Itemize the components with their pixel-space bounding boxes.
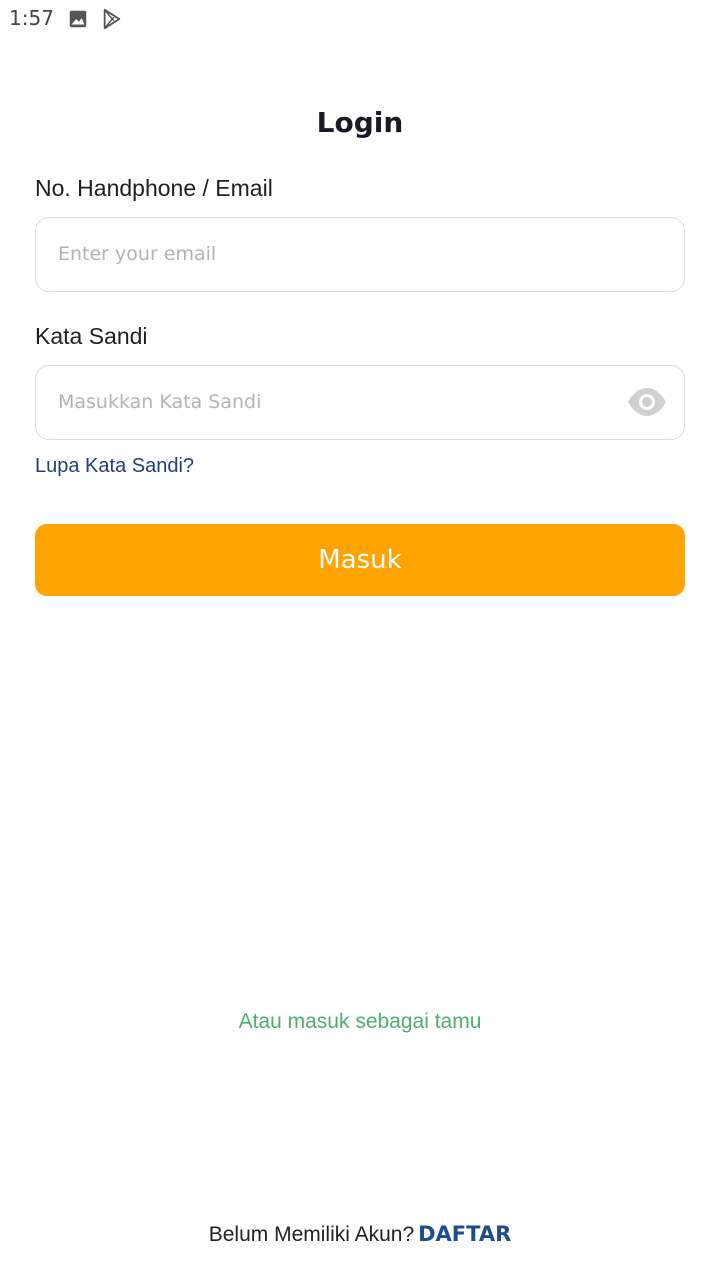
register-prompt: Belum Memiliki Akun? DAFTAR: [0, 1222, 720, 1247]
email-input[interactable]: [58, 218, 618, 290]
status-time: 1:57: [9, 6, 54, 30]
password-label: Kata Sandi: [35, 323, 148, 349]
register-link[interactable]: DAFTAR: [418, 1222, 511, 1246]
email-label: No. Handphone / Email: [35, 175, 273, 201]
email-field[interactable]: [35, 217, 685, 292]
password-input[interactable]: [58, 366, 618, 438]
login-button[interactable]: Masuk: [35, 524, 685, 596]
page-title: Login: [316, 106, 404, 139]
register-prompt-text: Belum Memiliki Akun?: [208, 1223, 415, 1246]
password-field[interactable]: [35, 365, 685, 440]
forgot-password-link[interactable]: Lupa Kata Sandi?: [35, 455, 194, 478]
guest-login-link[interactable]: Atau masuk sebagai tamu: [0, 1010, 720, 1034]
status-bar: 1:57: [0, 0, 720, 38]
gallery-icon: [69, 10, 87, 28]
eye-icon[interactable]: [626, 386, 668, 418]
play-store-icon: [103, 8, 121, 30]
